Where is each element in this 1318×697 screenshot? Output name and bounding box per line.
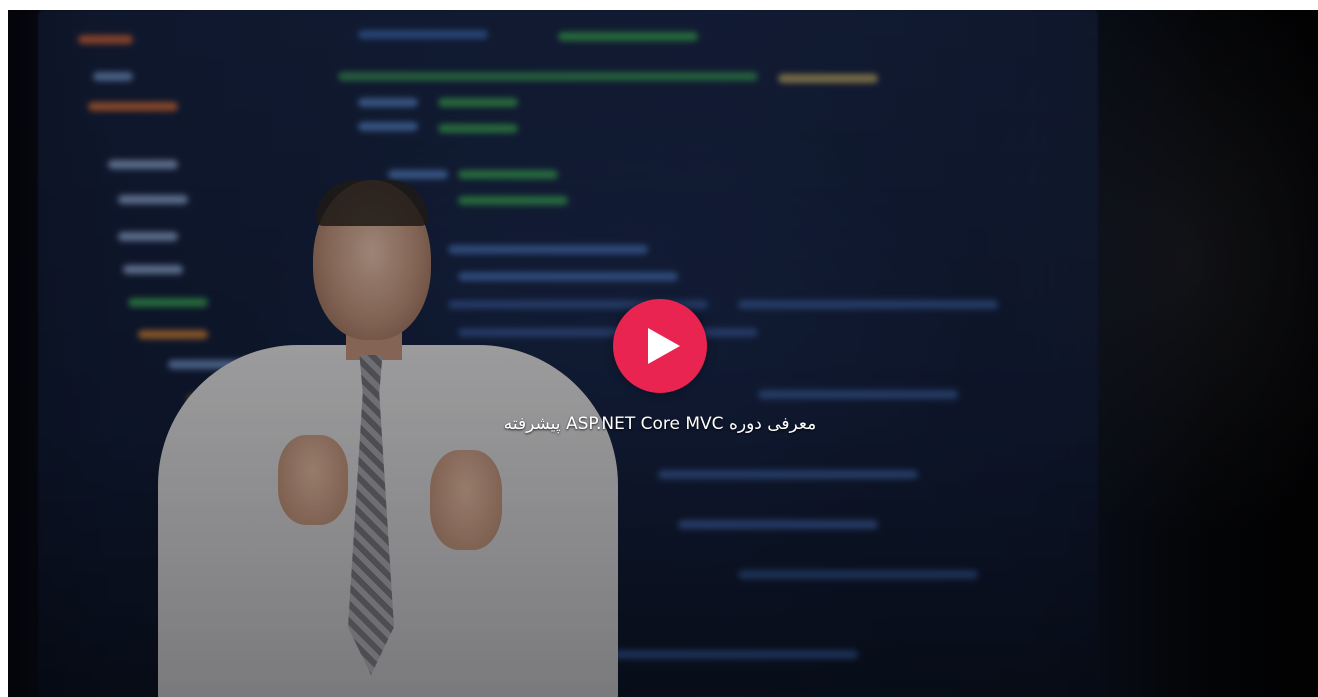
play-button[interactable]: [613, 299, 707, 393]
video-title: معرفی دوره ASP.NET Core MVC پیشرفته: [503, 414, 817, 434]
play-icon: [648, 328, 680, 364]
